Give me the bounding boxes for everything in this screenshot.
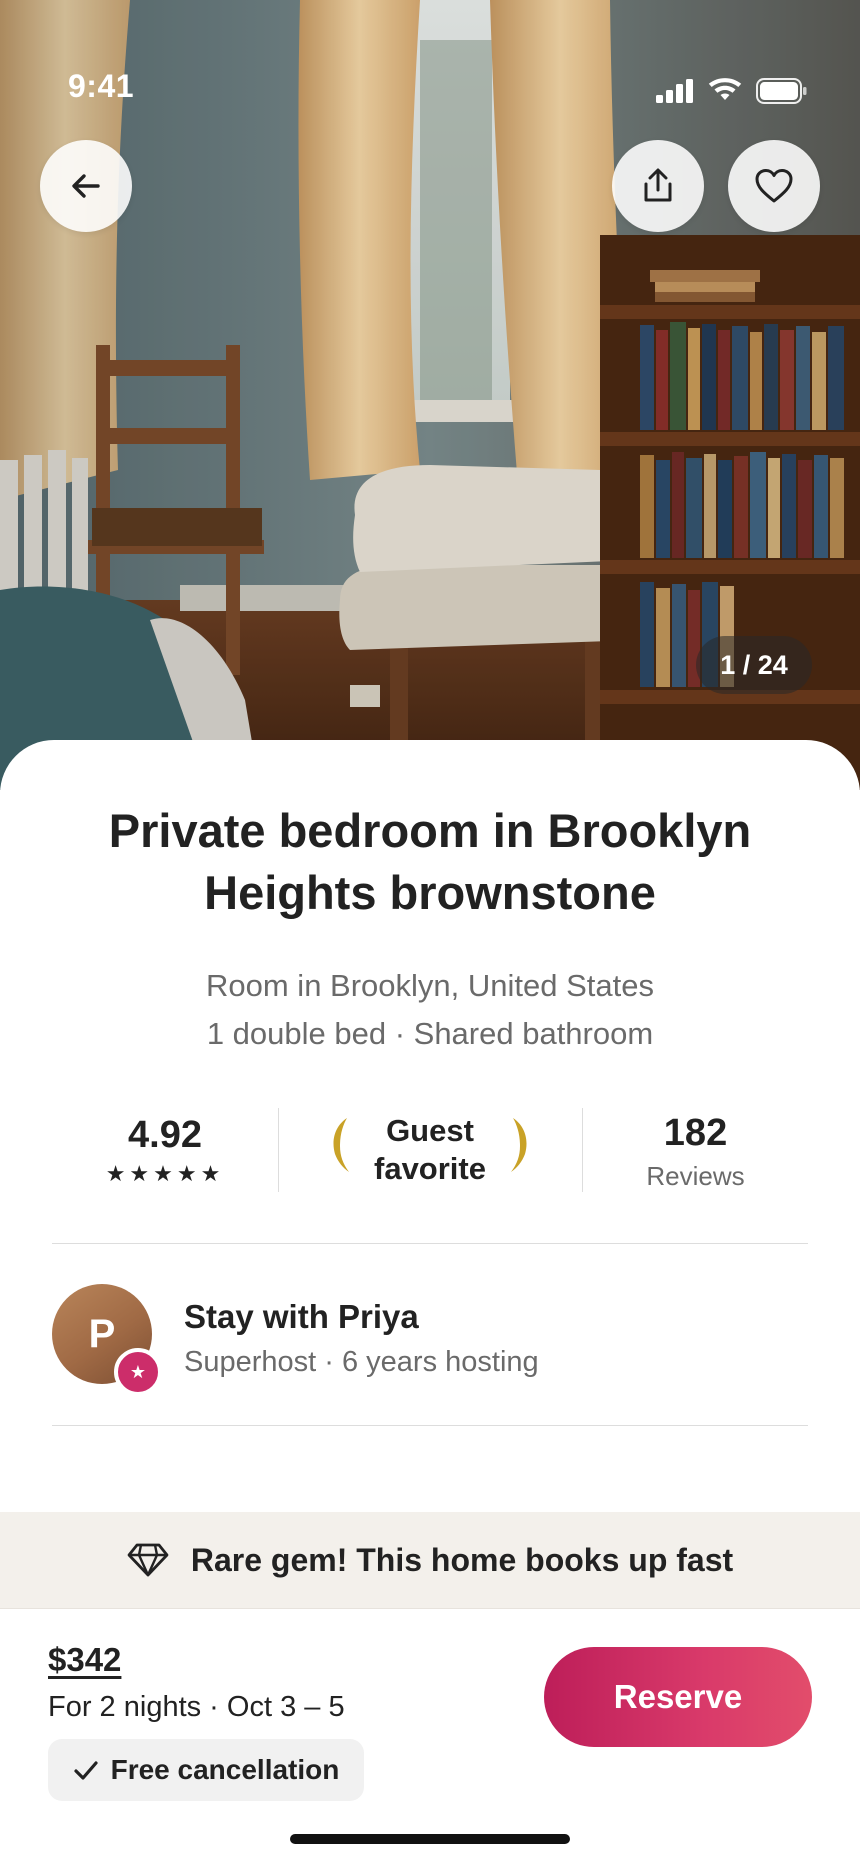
divider <box>52 1425 808 1426</box>
guest-favorite-line1: Guest <box>386 1113 474 1148</box>
wifi-icon <box>708 78 742 100</box>
checkmark-icon <box>74 1761 98 1780</box>
guest-favorite-badge[interactable]: Guest favorite <box>279 1100 581 1200</box>
status-time: 9:41 <box>68 68 135 104</box>
listing-subtitle: Room in Brooklyn, United States 1 double… <box>60 962 800 1058</box>
booking-footer: $342 For 2 nights · Oct 3 – 5 Free cance… <box>0 1609 860 1864</box>
listing-room-details: 1 double bed · Shared bathroom <box>206 1016 654 1051</box>
guest-favorite-line2: favorite <box>374 1151 486 1186</box>
listing-title: Private bedroom in Brooklyn Heights brow… <box>108 804 752 919</box>
reviews-label: Reviews <box>646 1161 745 1191</box>
battery-icon <box>756 78 807 104</box>
laurel-right-icon <box>511 1118 527 1172</box>
superhost-badge: ★ <box>114 1348 162 1396</box>
total-price[interactable]: $342 <box>48 1641 121 1679</box>
host-subtitle: Superhost · 6 years hosting <box>184 1346 539 1378</box>
reviews-stat[interactable]: 182 Reviews <box>583 1100 808 1200</box>
rare-gem-text: Rare gem! This home books up fast <box>190 1541 734 1578</box>
free-cancellation-text: Free cancellation <box>110 1754 340 1785</box>
stay-dates: For 2 nights · Oct 3 – 5 <box>48 1691 345 1723</box>
free-cancellation-pill: Free cancellation <box>48 1739 364 1801</box>
save-favorite-button[interactable] <box>728 140 820 232</box>
reserve-button[interactable]: Reserve <box>544 1647 812 1747</box>
share-icon <box>644 168 672 202</box>
status-icons <box>656 78 808 104</box>
status-bar: 9:41 <box>0 0 860 110</box>
home-indicator <box>290 1834 570 1844</box>
share-button[interactable] <box>612 140 704 232</box>
signal-icon <box>656 79 693 103</box>
reviews-count: 182 <box>663 1112 728 1154</box>
heart-icon <box>755 169 793 203</box>
diamond-icon <box>127 1543 169 1577</box>
rating-value: 4.92 <box>128 1114 202 1156</box>
host-row[interactable]: P ★ Stay with Priya Superhost · 6 years … <box>52 1284 808 1396</box>
star-icon: ★ <box>129 1361 147 1382</box>
guest-favorite-text: Guest favorite <box>279 1112 581 1188</box>
rating-stat: 4.92 ★★★★★ <box>52 1100 278 1200</box>
photo-counter: 1 / 24 <box>696 636 812 694</box>
host-title: Stay with Priya <box>184 1298 419 1335</box>
listing-stats: 4.92 ★★★★★ Guest favorite 182 Reviews <box>52 1100 808 1200</box>
listing-location: Room in Brooklyn, United States <box>206 968 654 1003</box>
back-button[interactable] <box>40 140 132 232</box>
divider <box>52 1243 808 1244</box>
rare-gem-banner: Rare gem! This home books up fast <box>0 1512 860 1608</box>
laurel-left-icon <box>333 1118 349 1172</box>
rating-stars: ★★★★★ <box>105 1161 225 1186</box>
back-arrow-icon <box>72 174 100 198</box>
